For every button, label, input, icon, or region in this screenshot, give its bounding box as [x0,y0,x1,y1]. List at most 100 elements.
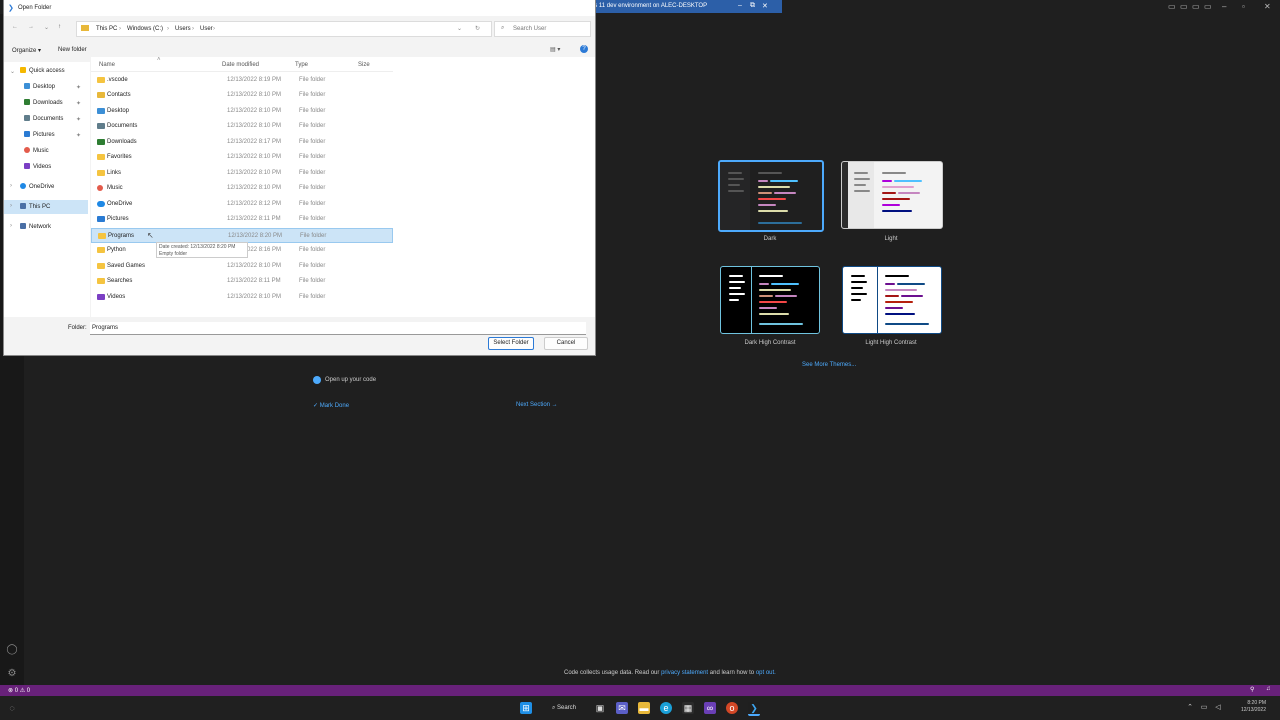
file-explorer-icon[interactable]: ▬ [638,702,650,714]
minimize-icon[interactable]: – [738,2,742,9]
nav-item-music[interactable]: Music [4,144,88,158]
expand-chevron-icon[interactable]: › [10,223,12,229]
volume-icon[interactable]: ◁ [1212,702,1224,714]
refresh-icon[interactable]: ↻ [475,25,480,32]
search-input[interactable]: ⌕ Search User [494,21,591,37]
store-icon[interactable]: ▦ [682,702,694,714]
table-row[interactable]: Pictures 12/13/2022 8:11 PM File folder [91,212,393,227]
breadcrumb-drive[interactable]: Windows (C:) [127,26,163,32]
maximize-icon[interactable]: ▫ [1242,2,1245,11]
theme-card-light-high-contrast[interactable] [842,266,942,334]
tray-chevron-icon[interactable]: ⌃ [1184,702,1196,714]
theme-card-light[interactable] [841,161,943,229]
visual-studio-icon[interactable]: ∞ [704,702,716,714]
clock[interactable]: 8:20 PM 12/13/2022 [1226,700,1266,714]
column-header-type[interactable]: Type [295,62,308,68]
theme-card-dark-high-contrast[interactable] [720,266,820,334]
back-icon[interactable]: ← [12,24,18,30]
table-row[interactable]: Favorites 12/13/2022 8:10 PM File folder [91,150,393,165]
table-row[interactable]: Saved Games 12/13/2022 8:10 PM File folder [91,259,393,274]
new-folder-button[interactable]: New folder [58,47,87,53]
help-icon[interactable]: ? [580,45,588,53]
column-header-name[interactable]: Name [99,62,115,68]
searches-folder-icon [97,278,105,284]
table-row[interactable]: Contacts 12/13/2022 8:10 PM File folder [91,88,393,103]
next-section-link[interactable]: Next Section → [516,402,558,408]
up-icon[interactable]: ↑ [58,24,61,30]
forward-icon[interactable]: → [28,24,34,30]
account-icon[interactable]: ◯ [6,644,18,656]
layout-icon[interactable]: ▭ [1168,2,1176,11]
breadcrumb-user[interactable]: User [200,26,213,32]
gear-icon[interactable]: ⚙ [6,668,18,680]
file-date: 12/13/2022 8:10 PM [227,92,282,98]
see-more-themes-link[interactable]: See More Themes... [802,362,856,368]
cancel-button[interactable]: Cancel [544,337,588,350]
address-dropdown-icon[interactable]: ⌄ [457,25,462,32]
start-icon[interactable]: ⊞ [520,702,532,714]
column-header-date[interactable]: Date modified [222,62,259,68]
nav-item-this-pc[interactable]: › This PC [4,200,88,214]
table-row[interactable]: .vscode 12/13/2022 8:19 PM File folder [91,73,393,88]
edge-icon[interactable]: e [660,702,672,714]
nav-item-downloads[interactable]: Downloads ✦ [4,96,88,110]
chat-icon[interactable]: ✉ [616,702,628,714]
step-checkbox[interactable] [313,376,321,384]
expand-chevron-icon[interactable]: › [10,203,12,209]
nav-item-desktop[interactable]: Desktop ✦ [4,80,88,94]
layout-icon[interactable]: ▭ [1192,2,1200,11]
table-row[interactable]: Videos 12/13/2022 8:10 PM File folder [91,290,393,305]
table-row[interactable]: Downloads 12/13/2022 8:17 PM File folder [91,135,393,150]
close-icon[interactable]: ✕ [762,2,768,10]
vscode-taskbar-icon[interactable]: ❯ [748,702,760,716]
opt-out-link[interactable]: opt out. [756,670,776,676]
privacy-statement-link[interactable]: privacy statement [661,670,708,676]
mark-done-link[interactable]: ✓ Mark Done [313,402,349,409]
close-icon[interactable]: ✕ [1264,2,1271,11]
breadcrumb-users[interactable]: Users [175,26,191,32]
layout-icon[interactable]: ▭ [1204,2,1212,11]
nav-item-documents[interactable]: Documents ✦ [4,112,88,126]
file-date: 12/13/2022 8:11 PM [227,278,281,284]
view-options-icon[interactable]: ▤ ▾ [550,46,560,53]
status-bar: ⊗ 0 ⚠ 0 ⚲ ♫ [0,685,1280,696]
layout-icon[interactable]: ▭ [1180,2,1188,11]
recent-chevron-icon[interactable]: ⌄ [44,24,49,31]
nav-item-network[interactable]: › Network [4,220,88,234]
collapse-chevron-icon[interactable]: ⌄ [10,68,15,75]
network-icon[interactable]: ▭ [1198,702,1210,714]
nav-item-pictures[interactable]: Pictures ✦ [4,128,88,142]
widgets-icon[interactable]: ◌ [6,702,18,714]
step-title[interactable]: Open up your code [325,377,376,383]
table-row[interactable]: Documents 12/13/2022 8:10 PM File folder [91,119,393,134]
problems-indicator[interactable]: ⊗ 0 ⚠ 0 [8,687,30,694]
folder-field[interactable]: Programs [90,322,586,335]
nav-label: Quick access [29,68,65,74]
feedback-icon[interactable]: ⚲ [1250,686,1254,693]
expand-chevron-icon[interactable]: › [10,183,12,189]
taskbar-search[interactable]: ⌕ Search [548,702,580,714]
table-row[interactable]: Music 12/13/2022 8:10 PM File folder [91,181,393,196]
restore-icon[interactable]: ⧉ [750,2,755,10]
column-header-size[interactable]: Size [358,62,370,68]
table-row[interactable]: Desktop 12/13/2022 8:10 PM File folder [91,104,393,119]
bell-icon[interactable]: ♫ [1266,686,1271,692]
breadcrumb-separator: › [192,26,194,32]
breadcrumb-this-pc[interactable]: This PC [96,26,117,32]
table-row[interactable]: Searches 12/13/2022 8:11 PM File folder [91,274,393,289]
select-folder-button[interactable]: Select Folder [488,337,534,350]
task-view-icon[interactable]: ▣ [594,702,606,714]
table-row[interactable]: Links 12/13/2022 8:10 PM File folder [91,166,393,181]
minimize-icon[interactable]: – [1222,2,1226,11]
nav-item-videos[interactable]: Videos [4,160,88,174]
table-row[interactable]: OneDrive 12/13/2022 8:12 PM File folder [91,197,393,212]
nav-item-quick-access[interactable]: ⌄ Quick access [4,64,88,78]
theme-card-dark[interactable] [718,160,824,232]
folder-icon [97,247,105,253]
table-row-selected[interactable]: Programs 12/13/2022 8:20 PM File folder [91,228,393,243]
office-icon[interactable]: o [726,702,738,714]
nav-item-onedrive[interactable]: › OneDrive [4,180,88,194]
address-bar[interactable]: This PC › Windows (C:) › Users › User › … [76,21,492,37]
organize-menu[interactable]: Organize ▾ [12,47,41,54]
music-icon [24,147,30,153]
